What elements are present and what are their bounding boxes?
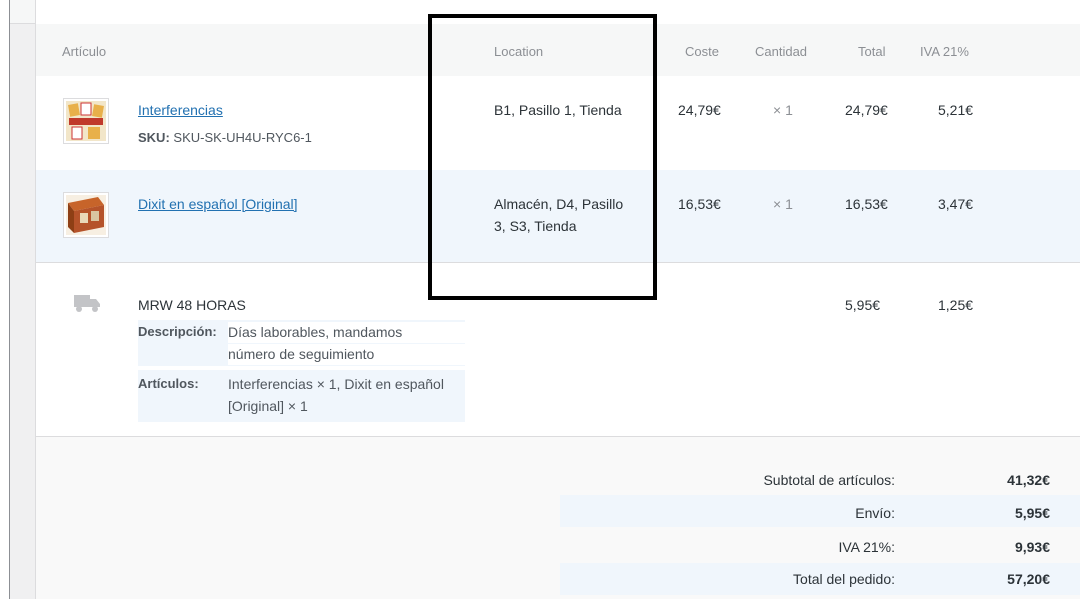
items-line1: Interferencias × 1, Dixit en español bbox=[228, 376, 444, 392]
sku-value: SKU-SK-UH4U-RYC6-1 bbox=[173, 130, 312, 145]
product-thumbnail[interactable] bbox=[63, 98, 109, 144]
order-total-label: Total del pedido: bbox=[793, 571, 895, 587]
product-link[interactable]: Dixit en español [Original] bbox=[138, 196, 298, 212]
header-quantity: Cantidad bbox=[755, 44, 808, 59]
product-thumbnail[interactable] bbox=[63, 192, 109, 238]
subtotal-value: 41,32€ bbox=[1007, 472, 1050, 488]
shipping-value: 5,95€ bbox=[1014, 505, 1050, 521]
order-total-value: 57,20€ bbox=[1007, 571, 1050, 587]
item-quantity: × 1 bbox=[773, 102, 793, 118]
shipping-total: 5,95€ bbox=[845, 297, 881, 313]
item-total: 24,79€ bbox=[845, 102, 888, 118]
location-highlight-box bbox=[428, 14, 657, 300]
shipping-method: MRW 48 HORAS bbox=[138, 297, 246, 313]
item-cost: 24,79€ bbox=[678, 102, 721, 118]
items-label: Artículos: bbox=[138, 376, 199, 391]
items-line2: [Original] × 1 bbox=[228, 398, 308, 414]
tax-label: IVA 21%: bbox=[838, 539, 895, 555]
truck-icon bbox=[74, 293, 100, 316]
product-link[interactable]: Interferencias bbox=[138, 102, 223, 118]
shipping-label: Envío: bbox=[855, 505, 895, 521]
description-line1: Días laborables, mandamos bbox=[228, 322, 465, 343]
shipping-items: Artículos: Interferencias × 1, Dixit en … bbox=[138, 370, 465, 422]
header-total: Total bbox=[858, 44, 886, 59]
item-tax: 3,47€ bbox=[938, 196, 974, 212]
shipping-description: Descripción: Días laborables, mandamos n… bbox=[138, 320, 465, 366]
header-tax: IVA 21% bbox=[920, 44, 969, 59]
subtotal-label: Subtotal de artículos: bbox=[763, 472, 895, 488]
item-total: 16,53€ bbox=[845, 196, 888, 212]
dixit-box-icon bbox=[66, 195, 106, 235]
item-quantity: × 1 bbox=[773, 196, 793, 212]
sku-label: SKU: bbox=[138, 130, 170, 145]
item-tax: 5,21€ bbox=[938, 102, 974, 118]
item-cost: 16,53€ bbox=[678, 196, 721, 212]
tax-value: 9,93€ bbox=[1014, 539, 1050, 555]
header-item: Artículo bbox=[62, 44, 107, 59]
description-label: Descripción: bbox=[138, 324, 217, 339]
left-frame bbox=[0, 0, 10, 599]
shipping-tax: 1,25€ bbox=[938, 297, 974, 313]
description-line2: número de seguimiento bbox=[228, 344, 465, 365]
interferencias-box-icon bbox=[66, 101, 106, 141]
header-cost: Coste bbox=[685, 44, 719, 59]
product-sku: SKU: SKU-SK-UH4U-RYC6-1 bbox=[138, 130, 312, 145]
